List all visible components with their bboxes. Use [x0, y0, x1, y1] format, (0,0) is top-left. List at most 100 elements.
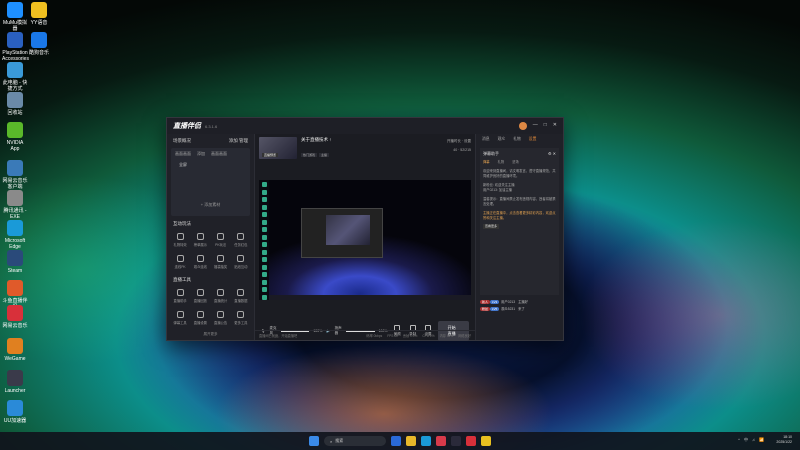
- cover-thumbnail[interactable]: 直播预览: [259, 137, 297, 159]
- scene-item[interactable]: 全屏: [171, 160, 250, 170]
- danmu-tab[interactable]: 弹幕: [483, 160, 490, 165]
- desktop-icon[interactable]: 酷狗音乐: [26, 32, 52, 56]
- right-tab[interactable]: 设置: [529, 137, 537, 142]
- tool-item[interactable]: 直播公告: [212, 308, 230, 328]
- interaction-item[interactable]: 福袋抽奖: [212, 252, 230, 272]
- yy-icon[interactable]: [481, 436, 491, 446]
- desktop-icon[interactable]: NVIDIA App: [2, 122, 28, 152]
- status-item: 丢帧 0.0%: [402, 334, 418, 338]
- feature-icon: [176, 255, 184, 262]
- scene-tab-3[interactable]: 画面画面: [211, 151, 227, 157]
- preview-desktop-icon: [261, 249, 267, 255]
- app-icon[interactable]: [436, 436, 446, 446]
- add-source-button[interactable]: + 添加素材: [171, 202, 250, 208]
- interaction-item[interactable]: 榜单展示: [191, 230, 209, 250]
- preview-desktop-icon: [261, 257, 267, 262]
- more-button[interactable]: 查看更多: [483, 224, 500, 229]
- desktop-icon[interactable]: 回收站: [2, 92, 28, 116]
- scene-manage-button[interactable]: 管理: [239, 138, 248, 143]
- tool-item[interactable]: 直播助手: [171, 286, 189, 306]
- edge-icon[interactable]: [421, 436, 431, 446]
- desktop-icon-label: UU加速器: [3, 418, 27, 424]
- settings-link[interactable]: 设置: [464, 139, 471, 143]
- more-button[interactable]: 展开更多: [167, 332, 254, 337]
- chat-username[interactable]: 用户0213: [501, 300, 515, 304]
- scene-tab-2[interactable]: 添加: [197, 151, 205, 157]
- tag[interactable]: 主播: [319, 153, 330, 157]
- desktop-icon[interactable]: 网易云音乐: [2, 305, 28, 329]
- interaction-item[interactable]: 贴纸互动: [232, 252, 250, 272]
- desktop-icon-label: Microsoft Edge: [4, 238, 26, 250]
- start-icon[interactable]: [309, 436, 319, 446]
- preview-nested-window: [301, 208, 383, 258]
- feature-icon: [196, 233, 204, 240]
- stream-preview[interactable]: [259, 180, 471, 300]
- tool-item[interactable]: 直播设置: [191, 308, 209, 328]
- tray-icon[interactable]: 中: [744, 437, 748, 443]
- tray-icon[interactable]: ♫: [752, 437, 755, 443]
- app-icon: [7, 338, 23, 354]
- settings-icon[interactable]: ⚙ ✕: [548, 151, 556, 156]
- feature-label: 直播数据: [234, 299, 248, 303]
- desktop-icon[interactable]: Steam: [2, 250, 28, 274]
- clock[interactable]: 18:10 2025/1/22: [776, 435, 792, 445]
- interaction-title: 互动玩法: [173, 221, 191, 226]
- chat-username[interactable]: 观众5231: [501, 307, 515, 311]
- desktop-icon-label: 此电脑 - 快捷方式: [2, 80, 28, 92]
- tray-icon[interactable]: ^: [738, 437, 740, 443]
- interaction-item[interactable]: 任务红包: [232, 230, 250, 250]
- tool-item[interactable]: 直播回放: [191, 286, 209, 306]
- right-tab[interactable]: 观众: [498, 137, 506, 142]
- right-panel: 消息 观众 礼物 设置 弹幕助手 ⚙ ✕ 弹幕 礼物 进场 欢迎来到直播间，请文明发言，…: [475, 134, 563, 340]
- feature-label: 贴纸互动: [234, 265, 248, 269]
- desktop-icon[interactable]: WeGame: [2, 338, 28, 362]
- interaction-item[interactable]: 连线PK: [171, 252, 189, 272]
- stream-title[interactable]: 关于直播技术 ↑: [301, 137, 332, 143]
- tag[interactable]: 热门游戏: [301, 153, 318, 157]
- desktop-icon[interactable]: 腾讯通讯 - EXE: [2, 190, 28, 220]
- maximize-button[interactable]: □: [544, 122, 547, 130]
- netease-icon[interactable]: [466, 436, 476, 446]
- status-item: 网络良好: [458, 334, 471, 338]
- desktop-icon[interactable]: 此电脑 - 快捷方式: [2, 62, 28, 92]
- avatar[interactable]: [518, 122, 527, 130]
- taskbar: ⌕ 搜索 ^ 中 ♫ 📶 18:10 2025/1/22: [0, 432, 800, 450]
- file-explorer-icon[interactable]: [406, 436, 416, 446]
- desktop-icon[interactable]: UU加速器: [2, 400, 28, 424]
- search-box[interactable]: ⌕ 搜索: [324, 436, 386, 446]
- app-icon: [7, 305, 23, 321]
- tool-item[interactable]: 直播数据: [232, 286, 250, 306]
- desktop-icon[interactable]: YY语音: [26, 2, 52, 26]
- scene-tab-1[interactable]: 画面画面: [175, 151, 191, 157]
- chat-text: 来了: [518, 307, 525, 311]
- right-tab[interactable]: 礼物: [513, 137, 521, 142]
- gift-tab[interactable]: 礼物: [498, 160, 505, 165]
- live-companion-icon[interactable]: [451, 436, 461, 446]
- enter-tab[interactable]: 进场: [512, 160, 519, 165]
- scene-box: 画面画面 添加 画面画面 全屏 + 添加素材: [171, 148, 250, 216]
- viewer-count: 52/215: [460, 148, 471, 152]
- desktop-icon[interactable]: Launcher: [2, 370, 28, 394]
- preview-desktop-icon: [261, 212, 267, 217]
- desktop-icon-label: 网易云音乐: [2, 323, 28, 329]
- status-item: 码率 0kbps: [366, 334, 383, 338]
- preview-desktop-icon: [261, 272, 267, 277]
- interaction-item[interactable]: 观众连线: [191, 252, 209, 272]
- tray-icon[interactable]: 📶: [759, 437, 764, 443]
- close-button[interactable]: ✕: [553, 122, 557, 130]
- minimize-button[interactable]: —: [533, 122, 538, 130]
- desktop-icon[interactable]: 网易云音乐客户端: [2, 160, 28, 190]
- right-tab[interactable]: 消息: [482, 137, 490, 142]
- desktop-icon[interactable]: PlayStation Accessories: [2, 32, 29, 62]
- scene-add-button[interactable]: 添加: [229, 138, 238, 143]
- desktop-icon[interactable]: Microsoft Edge: [2, 220, 28, 250]
- desktop-icon[interactable]: MuMu模拟器: [2, 2, 28, 32]
- task-view-icon[interactable]: [391, 436, 401, 446]
- interaction-item[interactable]: 礼物特效: [171, 230, 189, 250]
- tool-item[interactable]: 更多工具: [232, 308, 250, 328]
- interaction-item[interactable]: PK玩法: [212, 230, 230, 250]
- desktop-icon-label: YY语音: [30, 20, 48, 26]
- tool-item[interactable]: 弹幕工具: [171, 308, 189, 328]
- feature-icon: [237, 289, 245, 296]
- tool-item[interactable]: 直播统计: [212, 286, 230, 306]
